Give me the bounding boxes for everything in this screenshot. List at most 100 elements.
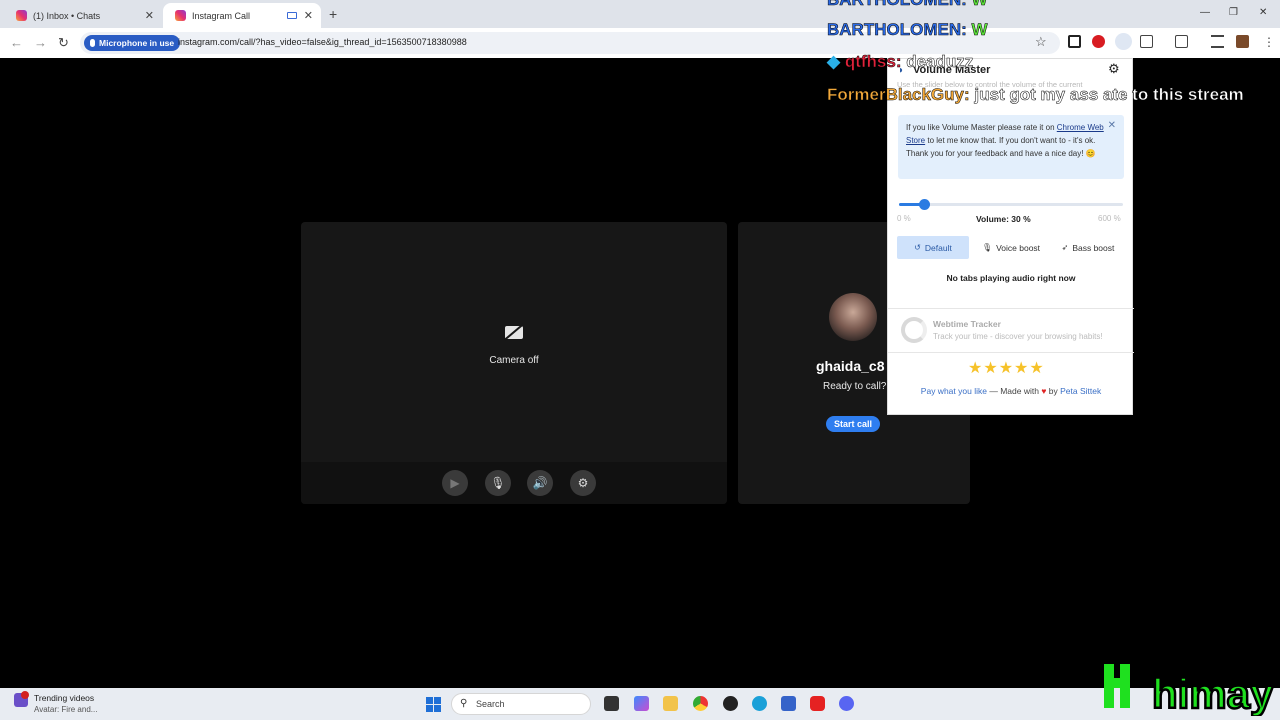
rating-stars[interactable]: ★★★★★ [968,358,1045,378]
popup-footer: Pay what you like — Made with ♥ by Peta … [888,386,1134,396]
profile-avatar[interactable] [1236,35,1249,48]
rocket-icon: ➶ [1061,243,1069,252]
windows-start-icon[interactable] [426,697,441,712]
mode-bass-boost-button[interactable]: ➶ Bass boost [1052,236,1124,259]
store-icon[interactable] [781,696,796,711]
reload-icon[interactable]: ↻ [58,35,69,51]
mode-label: Voice boost [996,242,1041,253]
new-tab-button[interactable]: + [329,6,337,22]
video-toggle-button[interactable]: ▶ [442,470,468,496]
search-icon: ⚲ [460,698,468,709]
notice-text-2: to let me know that. If you don't want t… [906,136,1096,158]
chat-message: BARTHOLOMEN: W [827,20,988,40]
extensions-puzzle-icon[interactable] [1140,35,1153,48]
reset-icon: ↺ [914,243,921,252]
webtime-tracker-title[interactable]: Webtime Tracker [933,319,1001,329]
close-window-icon[interactable]: ✕ [1259,7,1267,18]
search-placeholder: Search [476,699,505,709]
tab-instagram-call[interactable]: Instagram Call ✕ [163,3,321,28]
chrome-icon[interactable] [693,696,708,711]
reading-list-icon[interactable] [1211,35,1224,48]
microphone-in-use-pill[interactable]: Microphone in use [84,35,181,51]
chat-text: W [971,0,988,9]
close-tab-icon[interactable]: ✕ [304,9,313,22]
cast-icon [287,12,297,19]
speaker-button[interactable]: 🔊 [527,470,553,496]
mic-pill-label: Microphone in use [99,38,175,48]
task-view-icon[interactable] [604,696,619,711]
rate-notice: If you like Volume Master please rate it… [898,115,1124,179]
mic-icon: 🎙 [981,243,993,252]
chat-username: BARTHOLOMEN: [827,20,967,40]
tab-inbox[interactable]: (1) Inbox • Chats ✕ [4,3,162,28]
webtime-tracker-icon[interactable] [901,317,927,343]
bookmark-star-icon[interactable]: ☆ [1035,34,1047,50]
settings-gear-icon[interactable]: ⚙ [1108,61,1120,77]
mic-toggle-button[interactable]: 🎙 [485,470,511,496]
extension-icon[interactable] [1068,35,1081,48]
chat-message: ◆ qtfhss: deaduzz [827,52,974,72]
edge-icon[interactable] [752,696,767,711]
chat-username: BARTHOLOMEN: [827,0,967,9]
widget-subtitle: Avatar: Fire and... [34,705,98,714]
close-notice-icon[interactable]: ✕ [1108,119,1116,132]
sidepanel-icon[interactable] [1175,35,1188,48]
copilot-icon[interactable] [634,696,649,711]
logo-text: himay [1152,670,1274,716]
discord-icon[interactable] [839,696,854,711]
volume-value-label: Volume: 30 % [976,214,1031,224]
start-call-button[interactable]: Start call [826,416,881,432]
widget-title[interactable]: Trending videos [34,693,94,703]
ready-to-call-text: Ready to call? [823,381,887,392]
self-video-panel: Camera off ▶ 🎙 🔊 ⚙ [301,222,727,504]
camera-off-label: Camera off [489,355,539,366]
forward-icon[interactable]: → [34,35,47,50]
pay-what-you-like-link[interactable]: Pay what you like [921,386,987,396]
maximize-icon[interactable]: ❐ [1229,7,1238,18]
volume-slider-handle[interactable] [918,199,930,210]
mode-voice-boost-button[interactable]: 🎙 Voice boost [975,236,1047,259]
youtube-icon[interactable] [810,696,825,711]
settings-gear-button[interactable]: ⚙ [570,470,596,496]
opera-extension-icon[interactable] [1092,35,1105,48]
chat-text: just got my ass ate to this stream [974,85,1244,105]
minimize-icon[interactable]: — [1200,7,1210,18]
app-icon[interactable] [723,696,738,711]
footer-by: by [1048,386,1058,396]
file-explorer-icon[interactable] [663,696,678,711]
notification-badge [21,691,29,699]
microphone-icon [90,39,95,47]
himay-logo: himay [1104,664,1275,716]
taskbar-search[interactable]: ⚲ Search [451,693,591,715]
volume-master-extension-icon[interactable] [1115,33,1132,50]
close-tab-icon[interactable]: ✕ [145,9,154,22]
divider [888,308,1134,309]
instagram-icon [175,10,186,21]
mode-label: Default [924,242,952,253]
chat-message: FormerBlackGuy: just got my ass ate to t… [827,85,1244,105]
divider [888,352,1134,353]
no-tabs-message: No tabs playing audio right now [946,273,1076,283]
author-link[interactable]: Peta Sittek [1060,386,1101,396]
chat-username: qtfhss: [844,52,902,72]
mode-label: Bass boost [1072,242,1115,253]
url-text[interactable]: instagram.com/call/?has_video=false&ig_t… [178,37,467,47]
callee-avatar [829,293,877,341]
callee-username: ghaida_c8 [816,358,885,374]
call-controls-bar [301,462,727,504]
chat-text: W [971,20,988,40]
webtime-tracker-subtitle: Track your time - discover your browsing… [933,332,1103,341]
notice-text-1: If you like Volume Master please rate it… [906,123,1055,132]
kebab-menu-icon[interactable]: ⋮ [1263,35,1276,49]
tab-title: Instagram Call [192,10,251,21]
volume-master-popup: ◗ Volume Master Use the slider below to … [887,58,1134,415]
heart-icon: ♥ [1041,386,1047,396]
volume-slider[interactable] [899,199,1123,210]
tab-strip: (1) Inbox • Chats ✕ Instagram Call ✕ + —… [0,0,1280,28]
chat-username: FormerBlackGuy: [827,85,970,105]
back-icon[interactable]: ← [10,35,23,50]
min-volume-label: 0 % [897,214,911,223]
chat-text: deaduzz [906,52,974,72]
chat-message: BARTHOLOMEN: W [827,0,988,10]
mode-default-button[interactable]: ↺ Default [897,236,969,259]
